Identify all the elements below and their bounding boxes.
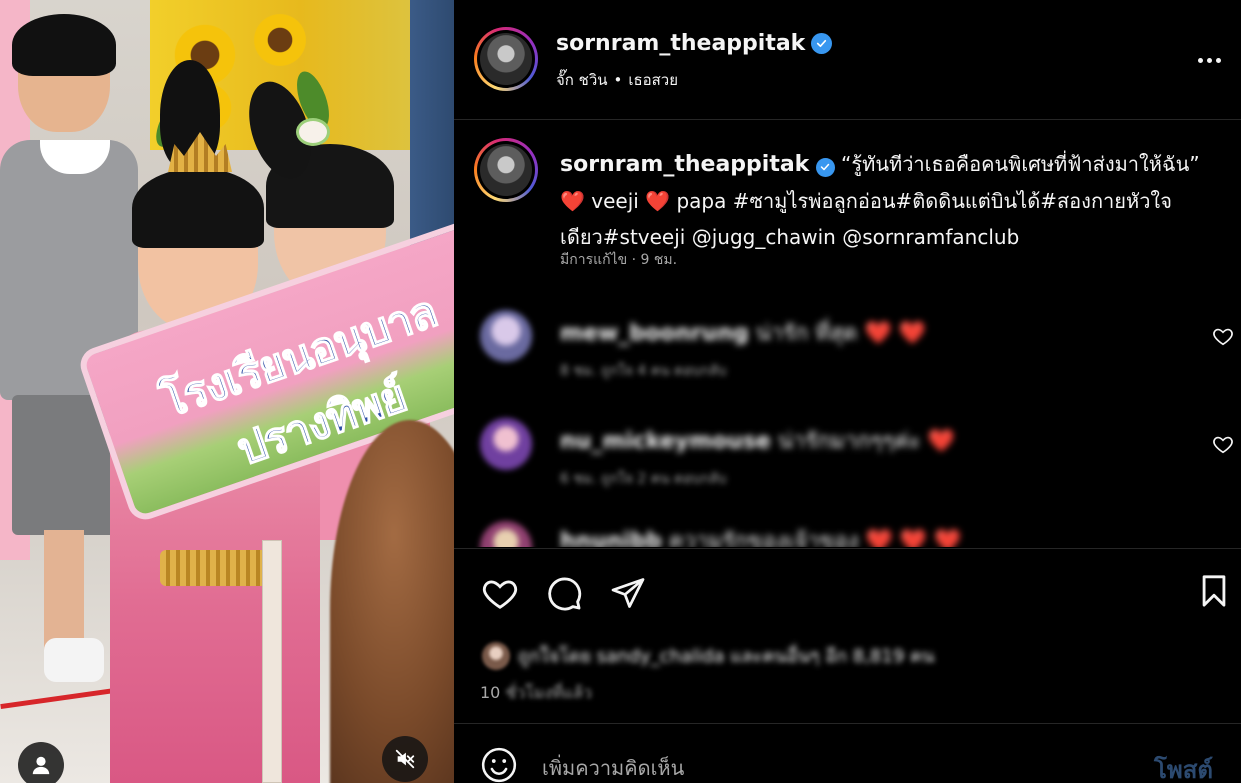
sign-stick	[262, 540, 282, 783]
action-bar: ถูกใจโดย sandy_chalida และคนอื่นๆ อีก 8,…	[454, 548, 1241, 723]
more-dots-icon	[1197, 57, 1203, 63]
caption-word-veeji: veeji	[591, 189, 639, 213]
heart-icon[interactable]	[1212, 325, 1234, 347]
caption-username[interactable]: sornram_theappitak	[560, 152, 809, 177]
caption-block: sornram_theappitak “รู้ทันทีว่าเธอคือคนพ…	[454, 121, 1241, 281]
heart-icon[interactable]	[1212, 433, 1234, 455]
comment-avatar[interactable]	[480, 521, 532, 547]
liker-avatar	[482, 641, 510, 670]
post-time: 10 ชั่วโมงที่แล้ว	[480, 681, 592, 706]
post-time-rest: ชั่วโมงที่แล้ว	[505, 683, 592, 702]
post-header: sornram_theappitak จั๊ก ชวิน • เธอสวย	[454, 0, 1241, 120]
verified-badge-icon	[811, 33, 833, 54]
audio-song[interactable]: เธอสวย	[628, 68, 678, 92]
audio-artist[interactable]: จั๊ก ชวิน	[556, 68, 608, 92]
caption-word-papa: papa	[676, 189, 727, 213]
mute-icon	[395, 749, 415, 769]
caption-mentions[interactable]: @jugg_chawin @sornramfanclub	[692, 225, 1020, 249]
author-username-row: sornram_theappitak	[556, 31, 833, 56]
save-button[interactable]	[1194, 571, 1234, 611]
post-comment-button[interactable]: โพสต์	[1154, 750, 1213, 783]
comment-username[interactable]: mew_boonrung	[560, 321, 749, 346]
caption-quote: “รู้ทันทีว่าเธอคือคนพิเศษที่ฟ้าส่งมาให้ฉ…	[841, 152, 1200, 176]
comment-item: nu_mickeymouse น่ารักมากๆๆค่ะ ❤️ 6 ชม. ถ…	[454, 413, 1241, 513]
emoji-icon[interactable]	[480, 746, 518, 783]
comment-text: น่ารักมากๆๆค่ะ ❤️	[777, 429, 956, 454]
comment-meta: 6 ชม. ถูกใจ 2 คน ตอบกลับ	[560, 471, 727, 487]
comment-body: mew_boonrung น่ารัก ที่สุด ❤️ ❤️	[560, 315, 926, 350]
likes-text: ถูกใจโดย sandy_chalida และคนอื่นๆ อีก 8,…	[518, 646, 935, 667]
comment-text: น่ารัก ที่สุด ❤️ ❤️	[755, 321, 927, 346]
comment-item: hnunibb ความรักของเจ้าของ ❤️ ❤️ ❤️	[454, 517, 1241, 547]
comment-item: mew_boonrung น่ารัก ที่สุด ❤️ ❤️ 8 ชม. ถ…	[454, 305, 1241, 405]
share-icon	[611, 578, 645, 608]
caption-text: sornram_theappitak “รู้ทันทีว่าเธอคือคนพ…	[560, 146, 1200, 255]
comment-avatar[interactable]	[480, 310, 532, 362]
mute-button[interactable]	[382, 736, 428, 782]
comment-icon	[548, 577, 582, 611]
bookmark-icon	[1202, 575, 1226, 607]
comment-text: ความรักของเจ้าของ ❤️ ❤️ ❤️	[668, 529, 962, 547]
audio-separator: •	[613, 71, 623, 89]
caption-meta: มีการแก้ไข · 9 ชม.	[560, 252, 678, 268]
like-button[interactable]	[480, 573, 520, 613]
add-comment-bar: โพสต์	[454, 723, 1241, 783]
verified-badge-icon	[815, 157, 835, 177]
comment-body: nu_mickeymouse น่ารักมากๆๆค่ะ ❤️	[560, 423, 955, 458]
comment-username[interactable]: hnunibb	[560, 529, 662, 547]
post-panel: sornram_theappitak จั๊ก ชวิน • เธอสวย so…	[454, 0, 1241, 783]
more-options-button[interactable]	[1192, 48, 1226, 72]
comment-meta: 8 ชม. ถูกใจ 4 คน ตอบกลับ	[560, 363, 727, 379]
comment-body: hnunibb ความรักของเจ้าของ ❤️ ❤️ ❤️	[560, 523, 962, 547]
share-button[interactable]	[608, 573, 648, 613]
caption-avatar[interactable]	[474, 138, 538, 202]
tagged-users-button[interactable]	[18, 742, 64, 783]
likes-summary[interactable]: ถูกใจโดย sandy_chalida และคนอื่นๆ อีก 8,…	[482, 641, 934, 670]
heart-icon	[482, 580, 518, 609]
post-time-prefix: 10	[480, 683, 501, 702]
comment-input[interactable]	[542, 754, 1102, 782]
author-username[interactable]: sornram_theappitak	[556, 31, 805, 56]
heart-emoji: ❤️	[560, 189, 585, 213]
author-avatar[interactable]	[474, 27, 538, 91]
comment-avatar[interactable]	[480, 418, 532, 470]
heart-emoji: ❤️	[645, 189, 671, 213]
post-media[interactable]: โรงเรียนอนุบาลปรางทิพย์	[0, 0, 454, 783]
comment-username[interactable]: nu_mickeymouse	[560, 429, 771, 454]
comment-button[interactable]	[544, 573, 584, 613]
user-icon	[32, 756, 50, 775]
comments-list: mew_boonrung น่ารัก ที่สุด ❤️ ❤️ 8 ชม. ถ…	[454, 295, 1241, 547]
audio-info: จั๊ก ชวิน • เธอสวย	[556, 68, 678, 92]
